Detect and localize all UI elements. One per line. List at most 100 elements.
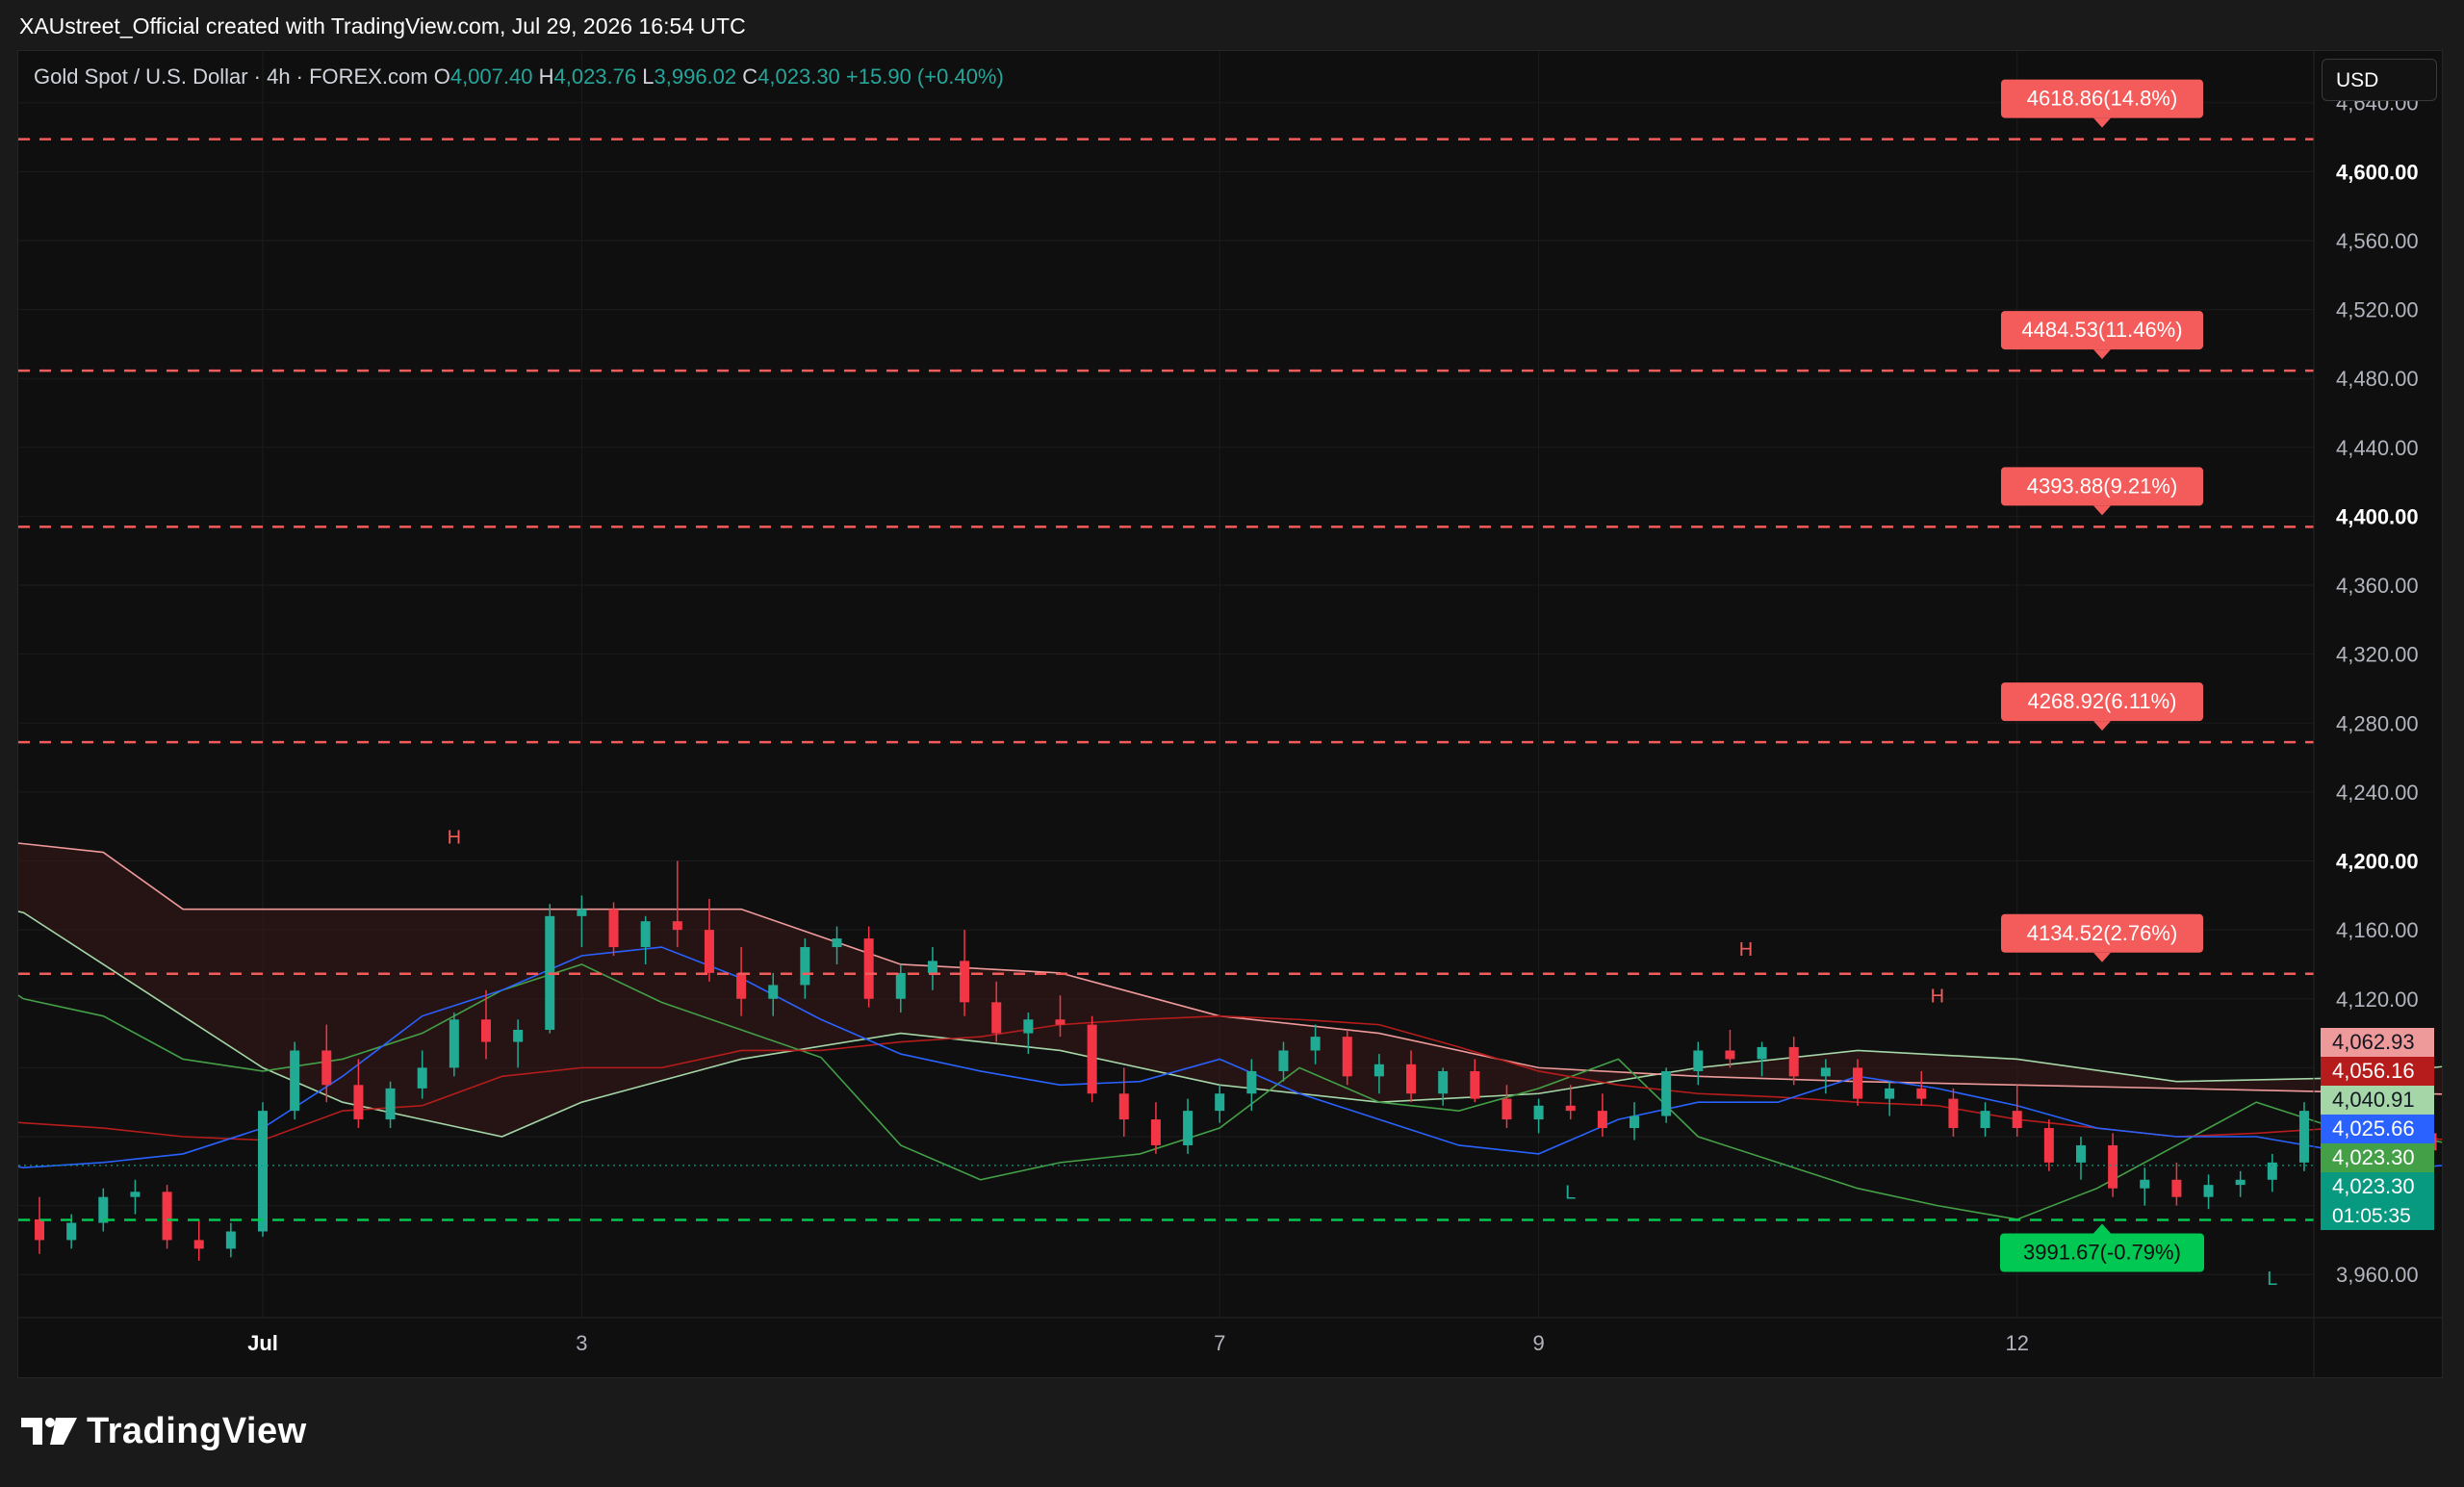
candle[interactable] (193, 1218, 204, 1261)
candle[interactable] (98, 1188, 109, 1232)
candle[interactable] (1215, 1085, 1225, 1123)
candle[interactable] (1597, 1093, 1607, 1137)
price-axis-tick-label: 4,480.00 (2336, 367, 2419, 391)
ichimoku-cloud (18, 843, 2442, 1137)
candle-body (863, 938, 874, 999)
candle-body (2171, 1179, 2182, 1197)
candle-body (2043, 1128, 2054, 1163)
candle-body (927, 961, 937, 973)
candle[interactable] (290, 1041, 300, 1120)
price-axis-tick-label: 4,520.00 (2336, 298, 2419, 322)
candle[interactable] (863, 926, 874, 1008)
target-label-arrow (2093, 952, 2111, 962)
candle-body (480, 1019, 491, 1042)
candle[interactable] (162, 1185, 172, 1249)
candle[interactable] (1118, 1067, 1129, 1137)
countdown-text: 01:05:35 (2332, 1205, 2411, 1227)
candle-body (2203, 1185, 2214, 1197)
price-chart[interactable]: HHHHHHLLLL4618.86(14.8%)4484.53(11.46%)4… (18, 51, 2442, 1377)
candle[interactable] (2298, 1102, 2309, 1171)
target-label-text: 4268.92(6.11%) (2028, 689, 2177, 713)
candle-body (35, 1218, 45, 1241)
candle[interactable] (2140, 1167, 2150, 1206)
price-axis-tick-label: 4,600.00 (2336, 160, 2419, 184)
candle-body (1980, 1111, 1990, 1129)
candle[interactable] (1533, 1098, 1544, 1134)
candle-body (1725, 1050, 1735, 1060)
price-tag-text: 4,025.66 (2332, 1116, 2415, 1141)
candle[interactable] (1885, 1081, 1895, 1116)
candle-body (1373, 1064, 1384, 1077)
candle-body (608, 909, 619, 948)
candle-body (1565, 1105, 1576, 1112)
time-axis-tick-label: 12 (2005, 1331, 2028, 1355)
candle[interactable] (1661, 1067, 1672, 1123)
symbol-title: Gold Spot / U.S. Dollar · 4h · FOREX.com (34, 64, 428, 89)
candle[interactable] (1725, 1029, 1735, 1068)
candle[interactable] (2012, 1085, 2022, 1137)
target-label-text: 4618.86(14.8%) (2027, 87, 2178, 111)
candle-body (258, 1111, 268, 1232)
high-label: H (538, 64, 554, 89)
candle-body (1502, 1098, 1512, 1120)
price-axis-tick-label: 4,240.00 (2336, 781, 2419, 805)
chart-pane[interactable]: HHHHHHLLLL4618.86(14.8%)4484.53(11.46%)4… (17, 50, 2443, 1378)
candle[interactable] (258, 1102, 268, 1237)
candle-body (1693, 1050, 1704, 1071)
candle-body (321, 1050, 332, 1086)
candle[interactable] (225, 1222, 236, 1258)
price-tag-text: 4,040.91 (2332, 1088, 2415, 1112)
candle-body (895, 972, 906, 999)
candle[interactable] (1087, 1015, 1097, 1103)
candle[interactable] (385, 1081, 396, 1129)
close-value: 4,023.30 (757, 64, 840, 89)
candle[interactable] (1183, 1098, 1194, 1154)
candle-body (1820, 1067, 1831, 1077)
candle[interactable] (1630, 1102, 1640, 1141)
candle[interactable] (2203, 1174, 2214, 1210)
target-label-arrow (2093, 117, 2111, 128)
candle[interactable] (2267, 1153, 2277, 1192)
candle[interactable] (1693, 1041, 1704, 1086)
candle[interactable] (130, 1179, 141, 1215)
tradingview-logo-icon (21, 1418, 77, 1445)
candle-body (1023, 1019, 1034, 1034)
candle-body (1948, 1098, 1959, 1129)
candle-body (449, 1019, 459, 1068)
price-axis-tick-label: 4,320.00 (2336, 643, 2419, 667)
price-axis-tag: 4,056.16 (2321, 1057, 2434, 1086)
pivot-low-marker: L (2267, 1269, 2277, 1290)
high-value: 4,023.76 (553, 64, 637, 89)
candle[interactable] (2075, 1137, 2086, 1180)
candle[interactable] (1565, 1085, 1576, 1120)
currency-selector[interactable]: USD (2322, 59, 2437, 101)
target-label-text: 4393.88(9.21%) (2027, 474, 2178, 498)
price-axis-tag: 4,023.30 (2321, 1143, 2434, 1172)
candle[interactable] (1150, 1102, 1161, 1154)
price-axis-tag: 4,062.93 (2321, 1028, 2434, 1057)
candle[interactable] (1948, 1088, 1959, 1137)
candle[interactable] (2235, 1170, 2246, 1197)
candle-body (2108, 1144, 2118, 1189)
candle-body (2140, 1179, 2150, 1189)
tradingview-logo[interactable]: TradingView (21, 1407, 307, 1455)
candle[interactable] (1438, 1067, 1449, 1106)
candle-body (1533, 1105, 1544, 1120)
target-label-arrow (2093, 721, 2111, 731)
candle-body (1310, 1037, 1321, 1051)
candle[interactable] (2171, 1162, 2182, 1206)
candle[interactable] (545, 904, 555, 1034)
open-label: O (433, 64, 450, 89)
open-value: 4,007.40 (449, 64, 533, 89)
candle[interactable] (449, 1013, 459, 1077)
candle-body (2235, 1179, 2246, 1186)
candle-body (66, 1222, 77, 1241)
candle[interactable] (1980, 1102, 1990, 1137)
brand-name: TradingView (87, 1410, 307, 1451)
ohlc-legend: Gold Spot / U.S. Dollar · 4h · FOREX.com… (34, 64, 1004, 90)
candle[interactable] (2043, 1119, 2054, 1171)
price-tag-text: 4,062.93 (2332, 1030, 2415, 1054)
candle-body (1215, 1093, 1225, 1112)
price-axis-tick-label: 4,440.00 (2336, 436, 2419, 460)
time-axis-tick-label: Jul (247, 1331, 278, 1355)
